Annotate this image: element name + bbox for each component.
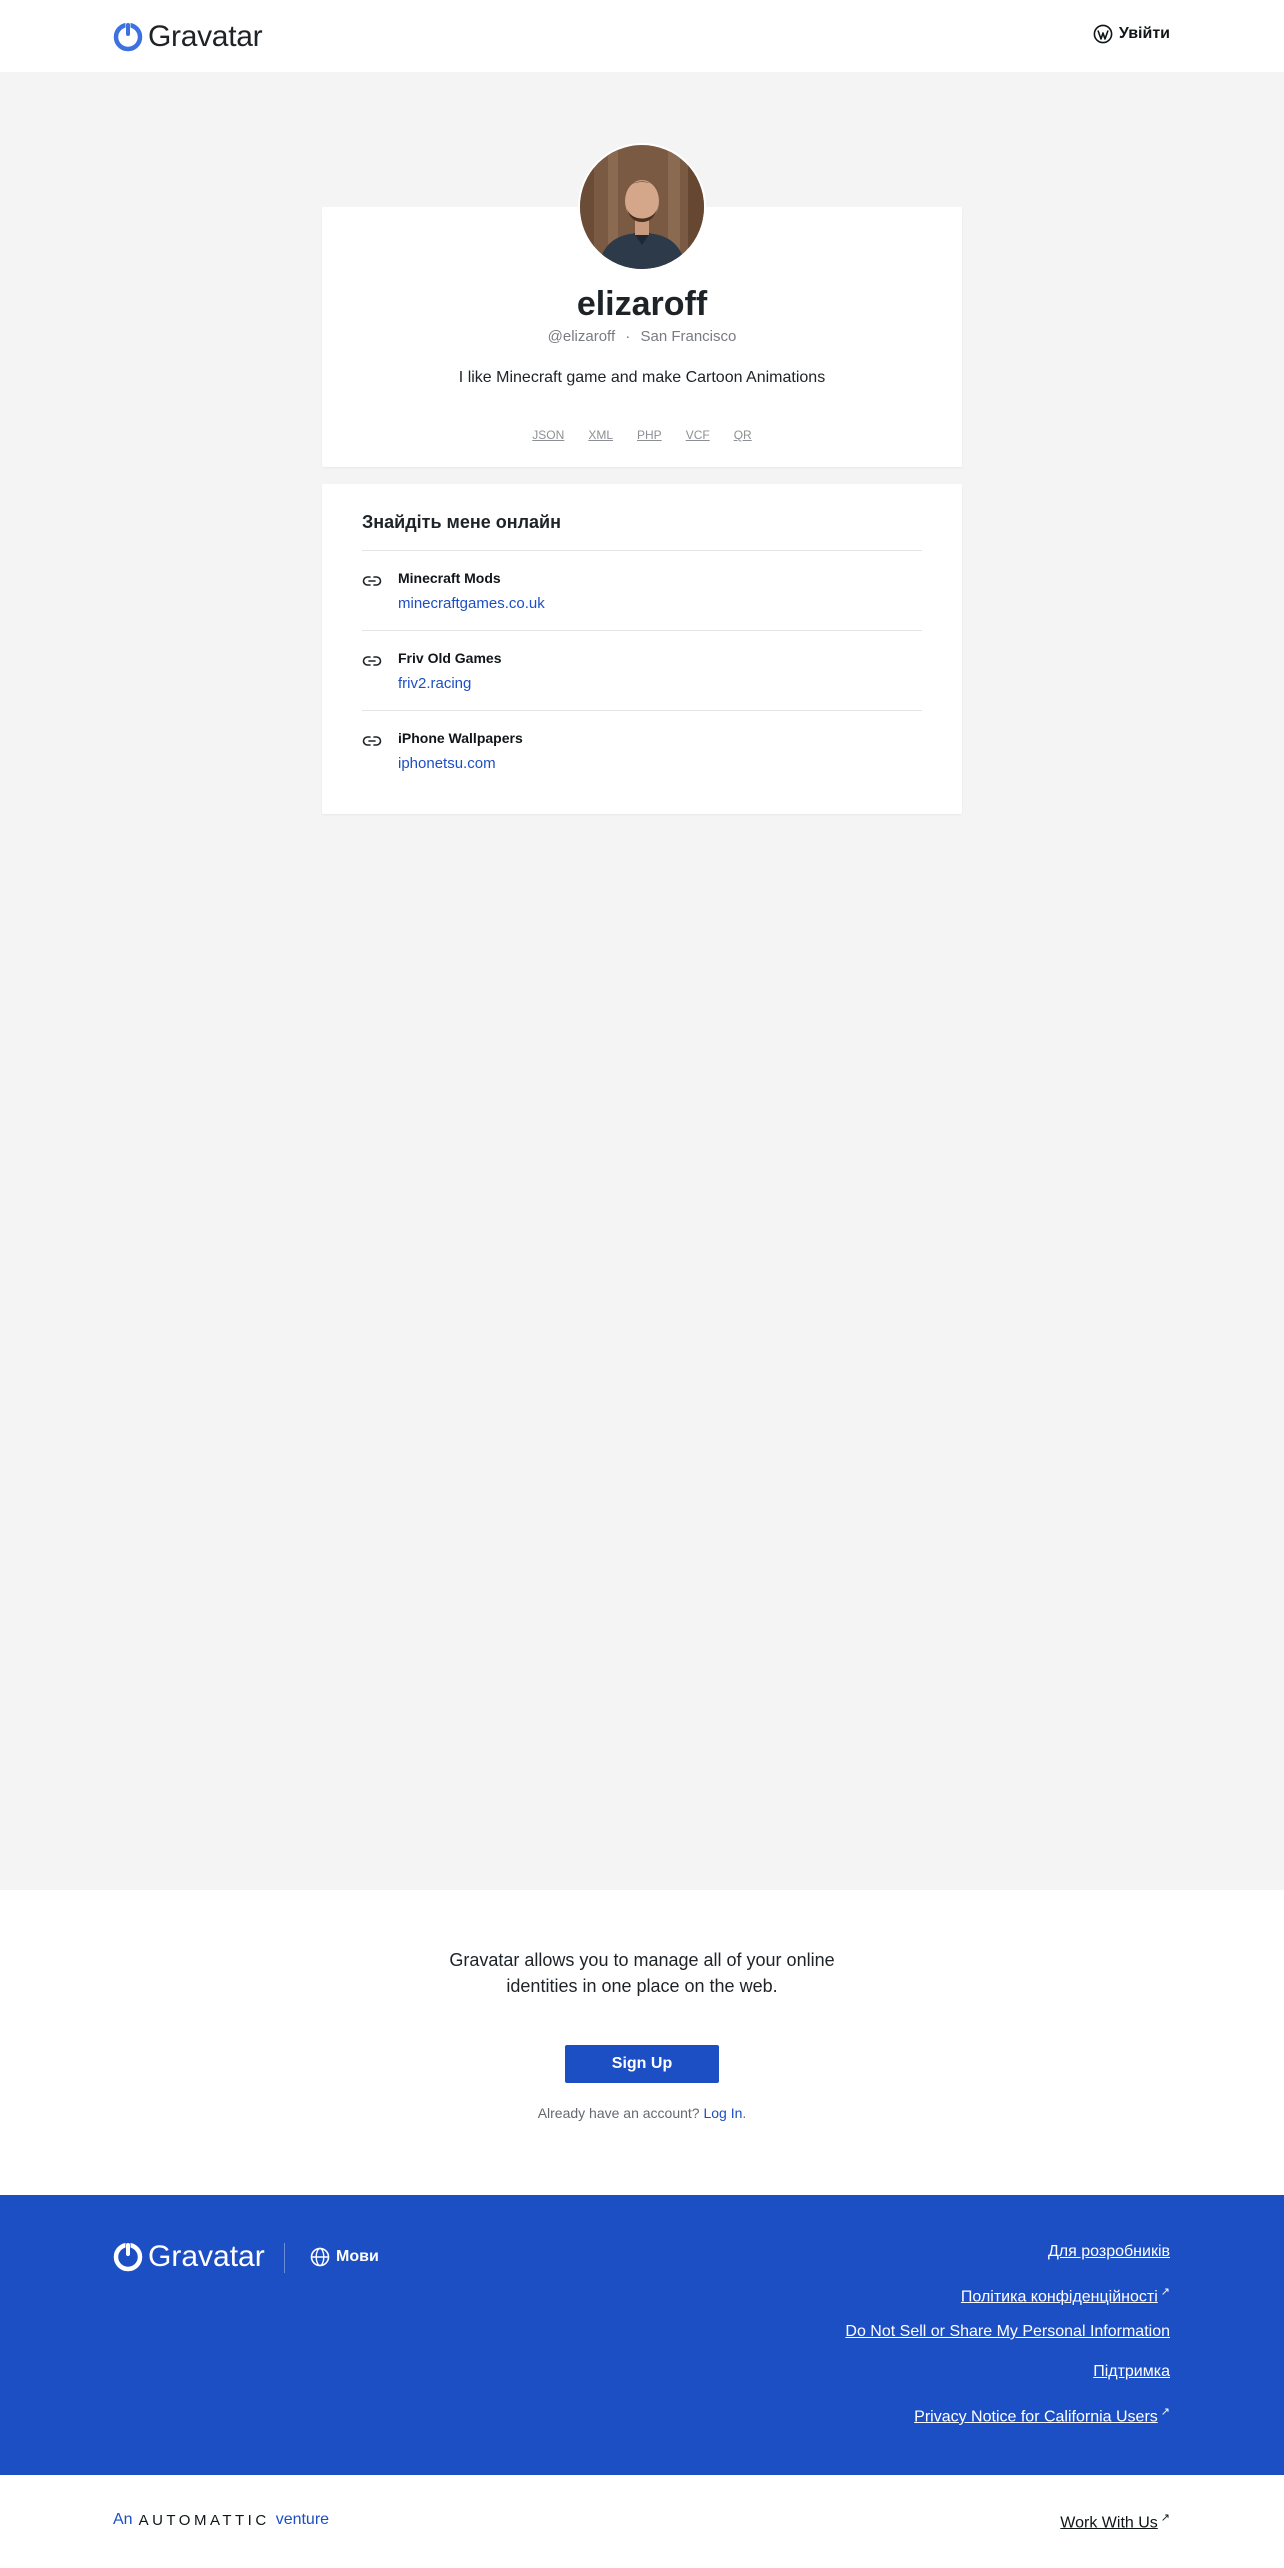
profile-meta: @elizaroff · San Francisco <box>322 328 962 345</box>
venture-word: venture <box>275 2511 330 2528</box>
link-label: Friv Old Games <box>398 650 502 666</box>
languages-button[interactable]: Мови <box>310 2247 379 2267</box>
already-account: Already have an account? Log In. <box>0 2105 1284 2121</box>
footer-link-california-privacy[interactable]: Privacy Notice for California Users ↗ <box>845 2402 1170 2442</box>
automattic-logo: AUTOMATTIC <box>138 2511 270 2529</box>
site-footer: Gravatar Мови Для розробників Політика к… <box>0 2195 1284 2475</box>
format-qr-link[interactable]: QR <box>734 428 752 442</box>
display-name: elizaroff <box>576 285 708 323</box>
wordpress-icon <box>1093 24 1113 44</box>
gravatar-logo[interactable]: Gravatar <box>113 20 263 54</box>
logo-text: Gravatar <box>148 20 263 53</box>
automattic-venture[interactable]: An AUTOMATTIC venture <box>113 2511 329 2529</box>
cta-text: Gravatar allows you to manage all of you… <box>449 1950 835 1996</box>
link-icon <box>362 731 382 756</box>
footer-link-label: Privacy Notice for California Users <box>914 2408 1158 2426</box>
footer-link-label: Для розробників <box>1047 2243 1170 2260</box>
username: @elizaroff <box>547 328 616 345</box>
link-label: Minecraft Mods <box>398 570 501 586</box>
signup-section: Gravatar allows you to manage all of you… <box>0 1890 1284 2195</box>
footer-links: Для розробників Політика конфіденційност… <box>845 2242 1170 2442</box>
format-php-link[interactable]: PHP <box>637 428 662 442</box>
gravatar-logo-icon <box>113 2242 143 2272</box>
footer-link-do-not-sell[interactable]: Do Not Sell or Share My Personal Informa… <box>845 2322 1170 2362</box>
login-link[interactable]: Log In <box>703 2105 742 2121</box>
languages-label: Мови <box>336 2248 379 2265</box>
format-xml-link[interactable]: XML <box>588 428 613 442</box>
link-url[interactable]: iphonetsu.com <box>398 755 496 772</box>
footer-divider <box>284 2243 285 2273</box>
footer-link-developers[interactable]: Для розробників <box>845 2242 1170 2282</box>
footer-logo[interactable]: Gravatar <box>113 2240 265 2274</box>
login-button[interactable]: Увійти <box>1093 24 1170 44</box>
list-item[interactable]: Friv Old Games friv2.racing <box>362 630 922 710</box>
external-link-icon: ↗ <box>1160 2286 1170 2298</box>
avatar <box>578 143 706 271</box>
site-header: Gravatar Увійти <box>0 0 1284 72</box>
footer-link-support[interactable]: Підтримка <box>845 2362 1170 2402</box>
list-item[interactable]: iPhone Wallpapers iphonetsu.com <box>362 710 922 790</box>
format-json-link[interactable]: JSON <box>532 428 564 442</box>
link-url[interactable]: friv2.racing <box>398 675 471 692</box>
link-icon <box>362 571 382 596</box>
globe-icon <box>310 2247 330 2267</box>
work-with-us-link[interactable]: Work With Us ↗ <box>1060 2511 1170 2532</box>
links-title: Знайдіть мене онлайн <box>362 512 561 532</box>
bottom-bar: An AUTOMATTIC venture Work With Us ↗ <box>0 2475 1284 2568</box>
format-vcf-link[interactable]: VCF <box>686 428 710 442</box>
footer-link-label: Підтримка <box>1093 2363 1170 2380</box>
link-icon <box>362 651 382 676</box>
footer-link-label: Do Not Sell or Share My Personal Informa… <box>845 2323 1170 2340</box>
link-url[interactable]: minecraftgames.co.uk <box>398 595 545 612</box>
period: . <box>742 2105 747 2121</box>
login-label: Увійти <box>1118 25 1170 42</box>
already-text: Already have an account? <box>537 2105 700 2121</box>
list-item[interactable]: Minecraft Mods minecraftgames.co.uk <box>362 550 922 630</box>
location: San Francisco <box>640 328 737 345</box>
external-link-icon: ↗ <box>1160 2512 1170 2524</box>
footer-link-label: Політика конфіденційності <box>960 2288 1158 2306</box>
profile-formats: JSON XML PHP VCF QR <box>322 428 962 442</box>
link-label: iPhone Wallpapers <box>398 730 523 746</box>
signup-button[interactable]: Sign Up <box>565 2045 719 2083</box>
work-with-us-label: Work With Us <box>1060 2514 1158 2532</box>
footer-logo-text: Gravatar <box>148 2240 265 2273</box>
external-link-icon: ↗ <box>1160 2406 1170 2418</box>
links-card: Знайдіть мене онлайн Minecraft Mods mine… <box>322 484 962 814</box>
gravatar-logo-icon <box>113 22 143 52</box>
footer-link-privacy-policy[interactable]: Політика конфіденційності ↗ <box>845 2282 1170 2322</box>
venture-an: An <box>113 2511 133 2528</box>
meta-separator: · <box>625 328 631 345</box>
bio: I like Minecraft game and make Cartoon A… <box>458 369 826 386</box>
